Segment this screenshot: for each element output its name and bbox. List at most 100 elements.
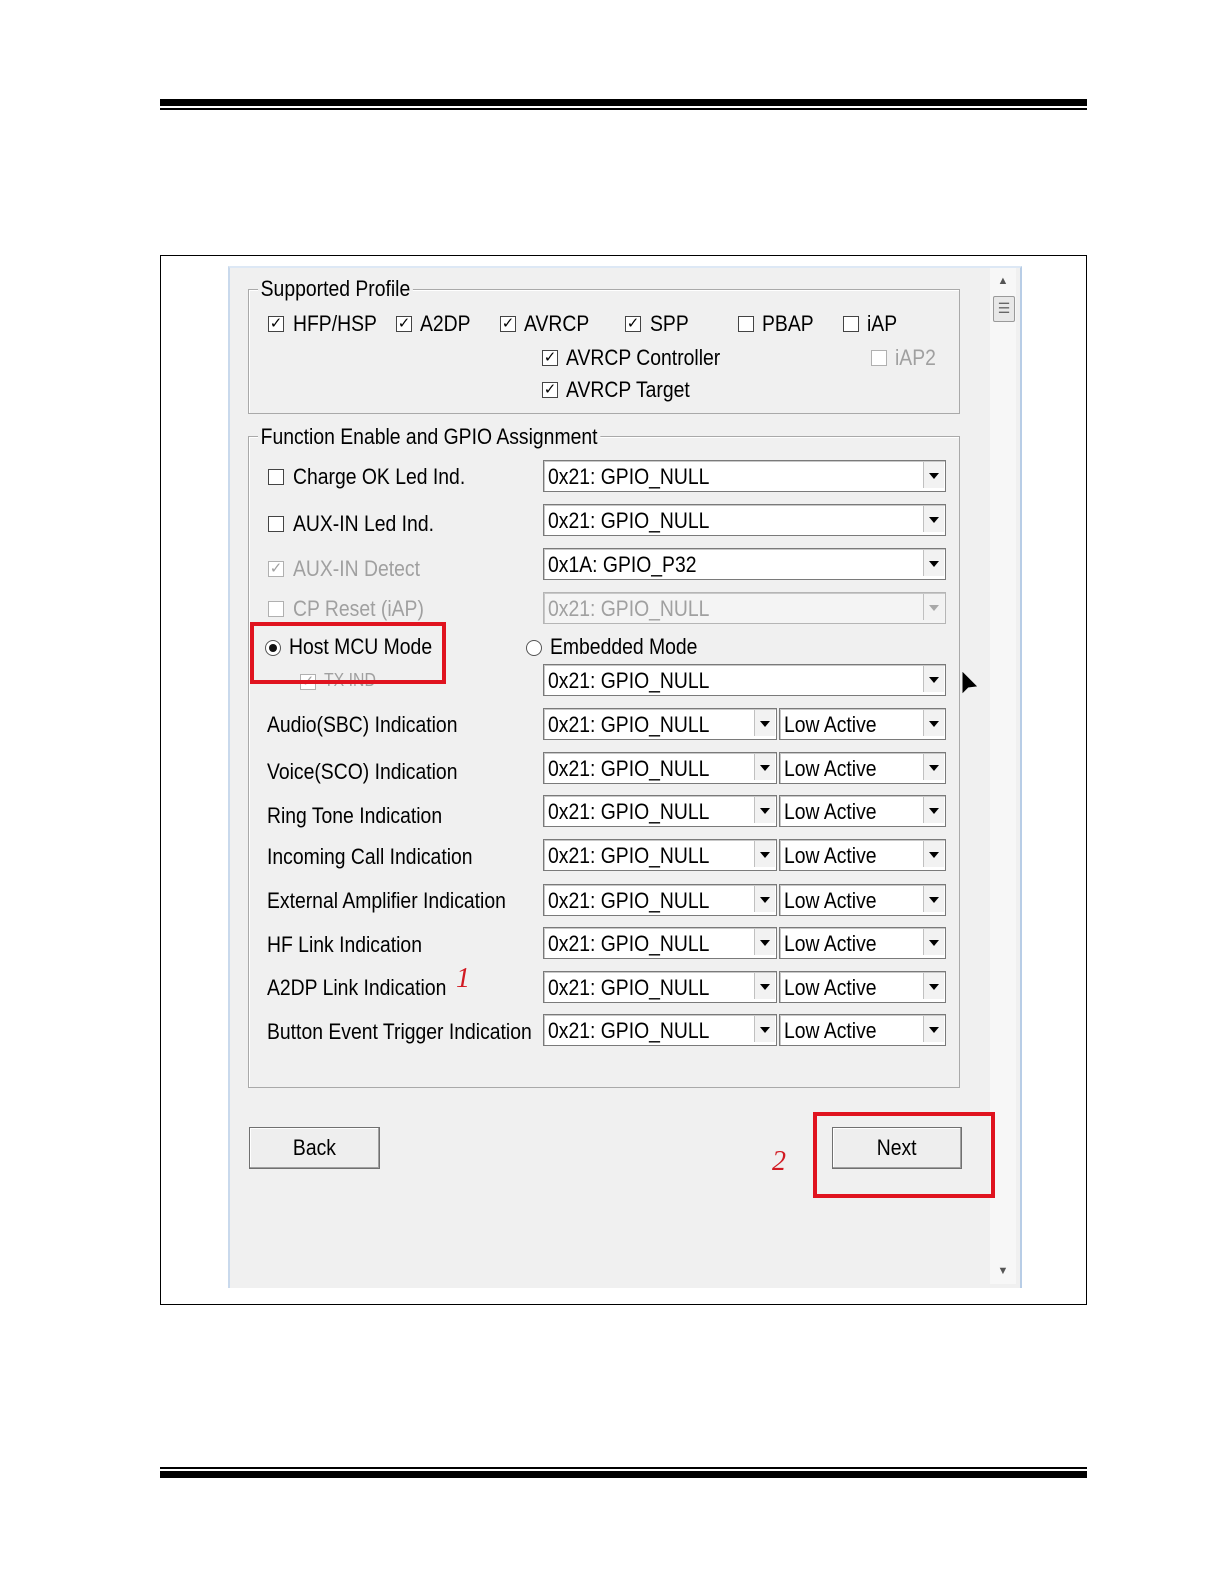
aux-in-led-checkbox[interactable] xyxy=(268,516,284,532)
chevron-down-icon[interactable] xyxy=(754,710,775,736)
avrcp-target-label: AVRCP Target xyxy=(566,377,690,402)
chevron-down-icon[interactable] xyxy=(754,1016,775,1042)
avrcp-target-checkbox[interactable]: ✓ xyxy=(542,382,558,398)
external-amplifier-indication-label: External Amplifier Indication xyxy=(267,888,506,913)
hf-link-indication-label: HF Link Indication xyxy=(267,932,422,957)
audio-sbc-indication-label: Audio(SBC) Indication xyxy=(267,712,458,737)
cp-reset-gpio-value: 0x21: GPIO_NULL xyxy=(548,596,710,621)
iap2-label: iAP2 xyxy=(895,345,936,370)
button-event-trigger-level-select[interactable]: Low Active xyxy=(779,1014,946,1046)
charge-ok-gpio-select[interactable]: 0x21: GPIO_NULL xyxy=(543,460,946,492)
a2dp-link-gpio-select[interactable]: 0x21: GPIO_NULL xyxy=(543,971,777,1003)
charge-ok-label: Charge OK Led Ind. xyxy=(293,464,466,489)
a2dp-link-level-select[interactable]: Low Active xyxy=(779,971,946,1003)
aux-in-led-label: AUX-IN Led Ind. xyxy=(293,511,434,536)
voice-sco-gpio-select[interactable]: 0x21: GPIO_NULL xyxy=(543,752,777,784)
embedded-mode-label: Embedded Mode xyxy=(550,634,698,659)
voice-sco-indication-label: Voice(SCO) Indication xyxy=(267,759,458,784)
annotation-1: 1 xyxy=(456,963,470,994)
gpio-value: 0x21: GPIO_NULL xyxy=(548,888,710,913)
iap2-checkbox[interactable] xyxy=(871,350,887,366)
voice-sco-level-select[interactable]: Low Active xyxy=(779,752,946,784)
chevron-down-icon[interactable] xyxy=(754,797,775,823)
chevron-down-icon[interactable] xyxy=(923,506,944,532)
audio-sbc-gpio-select[interactable]: 0x21: GPIO_NULL xyxy=(543,708,777,740)
hf-link-level-select[interactable]: Low Active xyxy=(779,927,946,959)
cp-reset-gpio-select[interactable]: 0x21: GPIO_NULL xyxy=(543,592,946,624)
chevron-down-icon[interactable] xyxy=(923,973,944,999)
level-value: Low Active xyxy=(784,975,877,1000)
level-value: Low Active xyxy=(784,843,877,868)
ring-tone-indication-label: Ring Tone Indication xyxy=(267,803,443,828)
level-value: Low Active xyxy=(784,1018,877,1043)
spp-label: SPP xyxy=(650,311,689,336)
tx-ind-gpio-select[interactable]: 0x21: GPIO_NULL xyxy=(543,664,946,696)
chevron-down-icon[interactable] xyxy=(923,550,944,576)
bottom-rule-thick xyxy=(160,1471,1087,1478)
next-button-highlight xyxy=(813,1112,995,1198)
chevron-down-icon[interactable] xyxy=(923,1016,944,1042)
aux-in-detect-gpio-value: 0x1A: GPIO_P32 xyxy=(548,552,697,577)
scroll-thumb[interactable]: ☰ xyxy=(993,296,1015,322)
aux-in-led-gpio-value: 0x21: GPIO_NULL xyxy=(548,508,710,533)
supported-profile-legend: Supported Profile xyxy=(258,276,413,302)
back-button-label: Back xyxy=(292,1135,337,1160)
incoming-call-gpio-select[interactable]: 0x21: GPIO_NULL xyxy=(543,839,777,871)
button-event-trigger-indication-label: Button Event Trigger Indication xyxy=(267,1019,532,1044)
scroll-up-arrow-icon[interactable]: ▲ xyxy=(992,272,1014,290)
charge-ok-gpio-value: 0x21: GPIO_NULL xyxy=(548,464,710,489)
aux-in-led-gpio-select[interactable]: 0x21: GPIO_NULL xyxy=(543,504,946,536)
back-button[interactable]: Back xyxy=(249,1127,380,1169)
chevron-down-icon[interactable] xyxy=(923,797,944,823)
iap-checkbox[interactable] xyxy=(843,316,859,332)
level-value: Low Active xyxy=(784,888,877,913)
chevron-down-icon[interactable] xyxy=(754,973,775,999)
ring-tone-level-select[interactable]: Low Active xyxy=(779,795,946,827)
chevron-down-icon[interactable] xyxy=(923,666,944,692)
aux-in-detect-gpio-select[interactable]: 0x1A: GPIO_P32 xyxy=(543,548,946,580)
chevron-down-icon[interactable] xyxy=(923,841,944,867)
chevron-down-icon[interactable] xyxy=(754,929,775,955)
hfp-hsp-checkbox[interactable]: ✓ xyxy=(268,316,284,332)
gpio-value: 0x21: GPIO_NULL xyxy=(548,1018,710,1043)
spp-checkbox[interactable]: ✓ xyxy=(625,316,641,332)
button-event-trigger-gpio-select[interactable]: 0x21: GPIO_NULL xyxy=(543,1014,777,1046)
chevron-down-icon[interactable] xyxy=(923,462,944,488)
tx-ind-gpio-value: 0x21: GPIO_NULL xyxy=(548,668,710,693)
chevron-down-icon[interactable] xyxy=(923,754,944,780)
hfp-hsp-label: HFP/HSP xyxy=(293,311,377,336)
chevron-down-icon[interactable] xyxy=(754,754,775,780)
level-value: Low Active xyxy=(784,931,877,956)
pbap-label: PBAP xyxy=(762,311,814,336)
avrcp-label: AVRCP xyxy=(524,311,590,336)
external-amplifier-gpio-select[interactable]: 0x21: GPIO_NULL xyxy=(543,884,777,916)
avrcp-controller-checkbox[interactable]: ✓ xyxy=(542,350,558,366)
top-rule-thick xyxy=(160,99,1087,106)
cp-reset-checkbox[interactable] xyxy=(268,601,284,617)
host-mcu-mode-highlight xyxy=(250,622,446,684)
aux-in-detect-checkbox[interactable]: ✓ xyxy=(268,561,284,577)
chevron-down-icon[interactable] xyxy=(923,886,944,912)
audio-sbc-level-select[interactable]: Low Active xyxy=(779,708,946,740)
chevron-down-icon[interactable] xyxy=(754,886,775,912)
pbap-checkbox[interactable] xyxy=(738,316,754,332)
incoming-call-indication-label: Incoming Call Indication xyxy=(267,844,473,869)
avrcp-checkbox[interactable]: ✓ xyxy=(500,316,516,332)
hf-link-gpio-select[interactable]: 0x21: GPIO_NULL xyxy=(543,927,777,959)
external-amplifier-level-select[interactable]: Low Active xyxy=(779,884,946,916)
incoming-call-level-select[interactable]: Low Active xyxy=(779,839,946,871)
cp-reset-label: CP Reset (iAP) xyxy=(293,596,424,621)
a2dp-label: A2DP xyxy=(420,311,471,336)
charge-ok-checkbox[interactable] xyxy=(268,469,284,485)
chevron-down-icon[interactable] xyxy=(754,841,775,867)
chevron-down-icon[interactable] xyxy=(923,594,944,620)
gpio-value: 0x21: GPIO_NULL xyxy=(548,756,710,781)
scroll-down-arrow-icon[interactable]: ▼ xyxy=(992,1262,1014,1280)
level-value: Low Active xyxy=(784,712,877,737)
ring-tone-gpio-select[interactable]: 0x21: GPIO_NULL xyxy=(543,795,777,827)
chevron-down-icon[interactable] xyxy=(923,929,944,955)
a2dp-checkbox[interactable]: ✓ xyxy=(396,316,412,332)
iap-label: iAP xyxy=(867,311,898,336)
embedded-mode-radio[interactable] xyxy=(526,640,542,656)
chevron-down-icon[interactable] xyxy=(923,710,944,736)
